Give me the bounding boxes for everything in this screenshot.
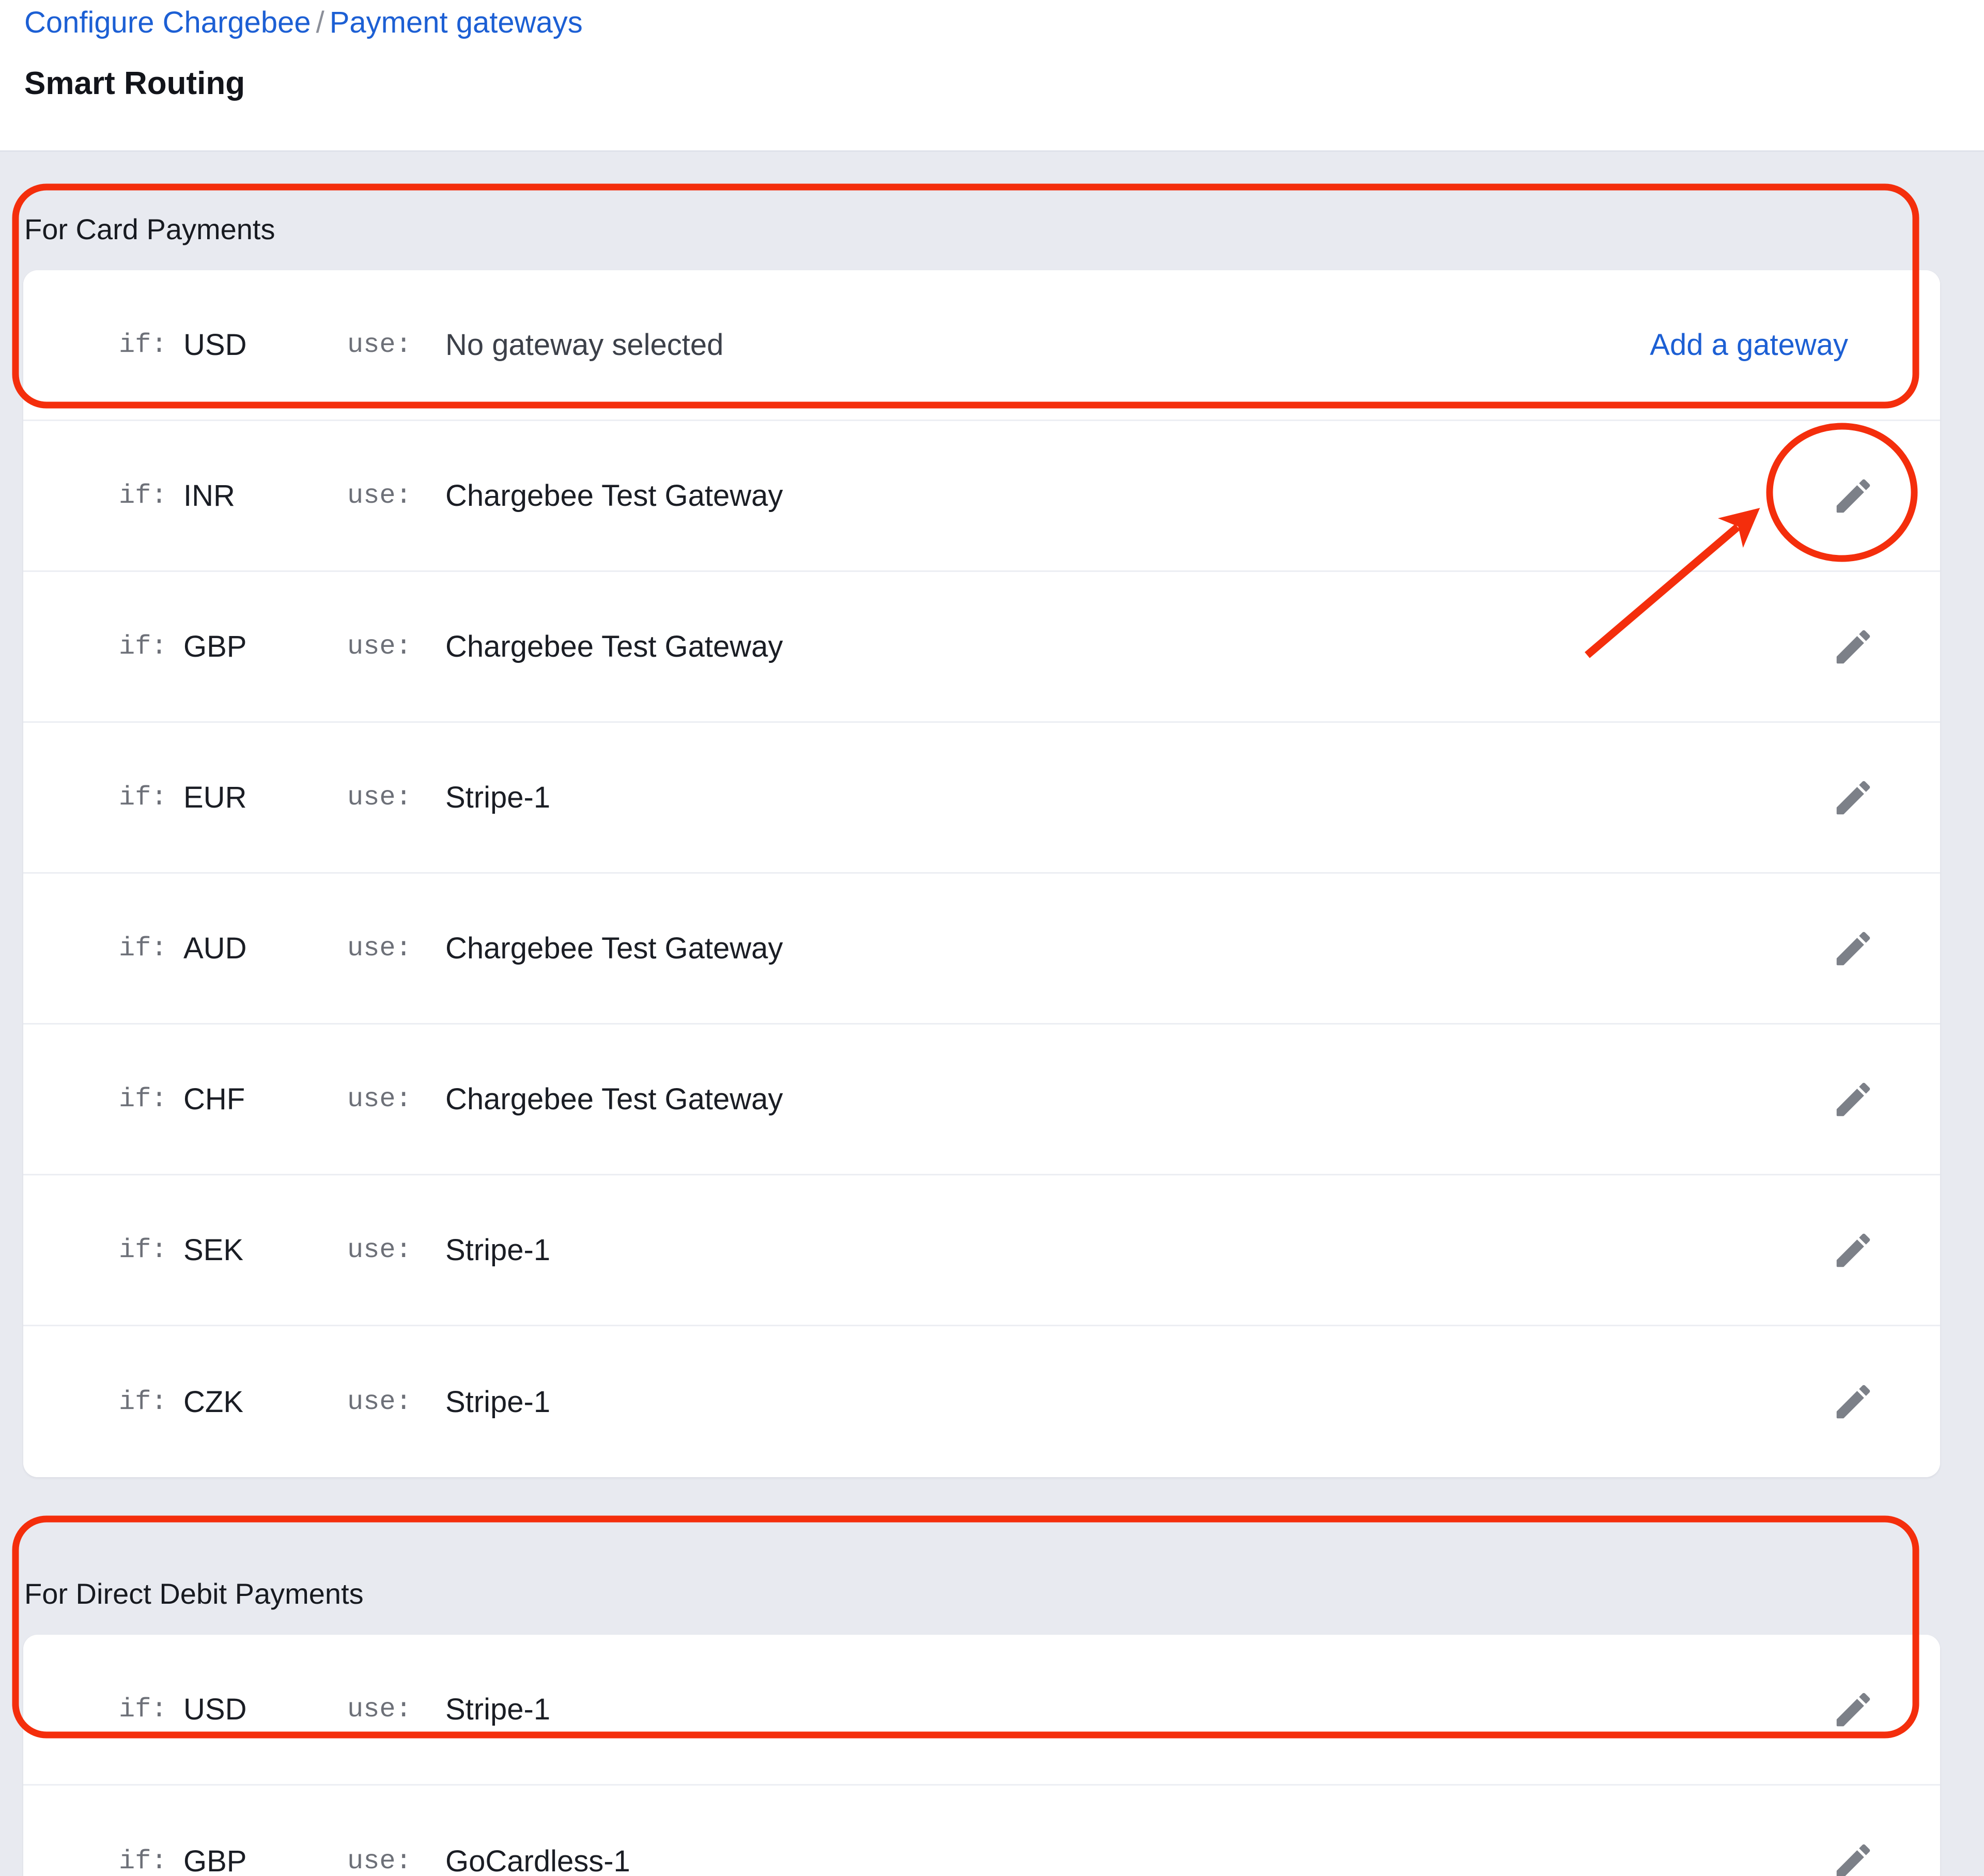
row-actions — [1828, 1175, 1940, 1325]
currency-value: SEK — [183, 1233, 244, 1267]
if-label: if: — [119, 1235, 167, 1265]
use-label: use: — [347, 933, 412, 964]
breadcrumb-link-payment-gateways[interactable]: Payment gateways — [330, 6, 583, 39]
section-title-card-payments: For Card Payments — [24, 213, 275, 245]
edit-pencil-icon[interactable] — [1828, 1377, 1878, 1427]
section-title-direct-debit-payments: For Direct Debit Payments — [24, 1577, 364, 1610]
gateway-value: Stripe-1 — [445, 781, 551, 814]
if-label: if: — [119, 1846, 167, 1876]
gateway-value: Chargebee Test Gateway — [445, 1082, 783, 1116]
table-row[interactable]: if: USD use: Stripe-1 — [23, 1635, 1940, 1786]
gateway-value: Chargebee Test Gateway — [445, 932, 783, 965]
edit-pencil-icon[interactable] — [1828, 924, 1878, 973]
edit-pencil-icon[interactable] — [1828, 1075, 1878, 1124]
row-actions — [1828, 723, 1940, 872]
currency-value: GBP — [183, 1844, 247, 1876]
table-row[interactable]: if: INR use: Chargebee Test Gateway — [23, 421, 1940, 572]
edit-pencil-icon[interactable] — [1828, 471, 1878, 521]
edit-pencil-icon[interactable] — [1828, 1836, 1878, 1876]
row-actions — [1828, 421, 1940, 570]
gateway-value: Stripe-1 — [445, 1693, 551, 1726]
table-row[interactable]: if: AUD use: Chargebee Test Gateway — [23, 874, 1940, 1025]
page-header: Configure Chargebee / Payment gateways Sma… — [0, 0, 1984, 152]
row-actions — [1828, 1326, 1940, 1477]
if-label: if: — [119, 1694, 167, 1725]
row-actions — [1828, 1025, 1940, 1174]
row-actions — [1828, 874, 1940, 1023]
if-label: if: — [119, 1386, 167, 1417]
currency-value: INR — [183, 479, 235, 513]
breadcrumb-link-configure-chargebee[interactable]: Configure Chargebee — [24, 6, 311, 39]
page-title: Smart Routing — [24, 66, 245, 101]
use-label: use: — [347, 1386, 412, 1417]
if-label: if: — [119, 782, 167, 813]
if-label: if: — [119, 330, 167, 360]
currency-value: AUD — [183, 932, 247, 965]
table-row[interactable]: if: GBP use: GoCardless-1 — [23, 1786, 1940, 1876]
currency-value: EUR — [183, 781, 247, 814]
gateway-value: Chargebee Test Gateway — [445, 479, 783, 513]
use-label: use: — [347, 1084, 412, 1114]
if-label: if: — [119, 480, 167, 511]
row-actions — [1828, 1635, 1940, 1784]
table-row[interactable]: if: SEK use: Stripe-1 — [23, 1175, 1940, 1326]
edit-pencil-icon[interactable] — [1828, 1685, 1878, 1734]
edit-pencil-icon[interactable] — [1828, 622, 1878, 672]
row-actions — [1828, 572, 1940, 721]
use-label: use: — [347, 1694, 412, 1725]
gateway-value: Chargebee Test Gateway — [445, 630, 783, 663]
use-label: use: — [347, 631, 412, 662]
currency-value: USD — [183, 328, 247, 362]
gateway-value: GoCardless-1 — [445, 1844, 630, 1876]
use-label: use: — [347, 480, 412, 511]
row-actions: Add a gateway — [1650, 270, 1940, 420]
currency-value: CHF — [183, 1082, 245, 1116]
gateway-value: No gateway selected — [445, 328, 724, 362]
breadcrumb: Configure Chargebee / Payment gateways — [24, 4, 583, 41]
gateway-value: Stripe-1 — [445, 1233, 551, 1267]
currency-value: USD — [183, 1693, 247, 1726]
table-row[interactable]: if: CHF use: Chargebee Test Gateway — [23, 1025, 1940, 1175]
currency-value: GBP — [183, 630, 247, 663]
direct-debit-rules-card: if: USD use: Stripe-1 if: GBP use: GoCar… — [23, 1635, 1940, 1876]
row-actions — [1828, 1786, 1940, 1876]
add-gateway-link[interactable]: Add a gateway — [1650, 328, 1878, 362]
edit-pencil-icon[interactable] — [1828, 1226, 1878, 1275]
use-label: use: — [347, 330, 412, 360]
breadcrumb-separator: / — [316, 6, 324, 39]
card-payments-rules-card: if: USD use: No gateway selected Add a g… — [23, 270, 1940, 1477]
if-label: if: — [119, 1084, 167, 1114]
section-card-payments: For Card Payments if: USD use: No gatewa… — [0, 152, 1984, 1477]
if-label: if: — [119, 933, 167, 964]
use-label: use: — [347, 782, 412, 813]
currency-value: CZK — [183, 1385, 243, 1419]
smart-routing-page: Configure Chargebee / Payment gateways Sma… — [0, 0, 1984, 1876]
table-row[interactable]: if: USD use: No gateway selected Add a g… — [23, 270, 1940, 421]
use-label: use: — [347, 1235, 412, 1265]
table-row[interactable]: if: CZK use: Stripe-1 — [23, 1326, 1940, 1477]
table-row[interactable]: if: GBP use: Chargebee Test Gateway — [23, 572, 1940, 723]
gateway-value: Stripe-1 — [445, 1385, 551, 1419]
table-row[interactable]: if: EUR use: Stripe-1 — [23, 723, 1940, 874]
section-direct-debit-payments: For Direct Debit Payments if: USD use: S… — [0, 1516, 1984, 1876]
edit-pencil-icon[interactable] — [1828, 773, 1878, 823]
use-label: use: — [347, 1846, 412, 1876]
if-label: if: — [119, 631, 167, 662]
